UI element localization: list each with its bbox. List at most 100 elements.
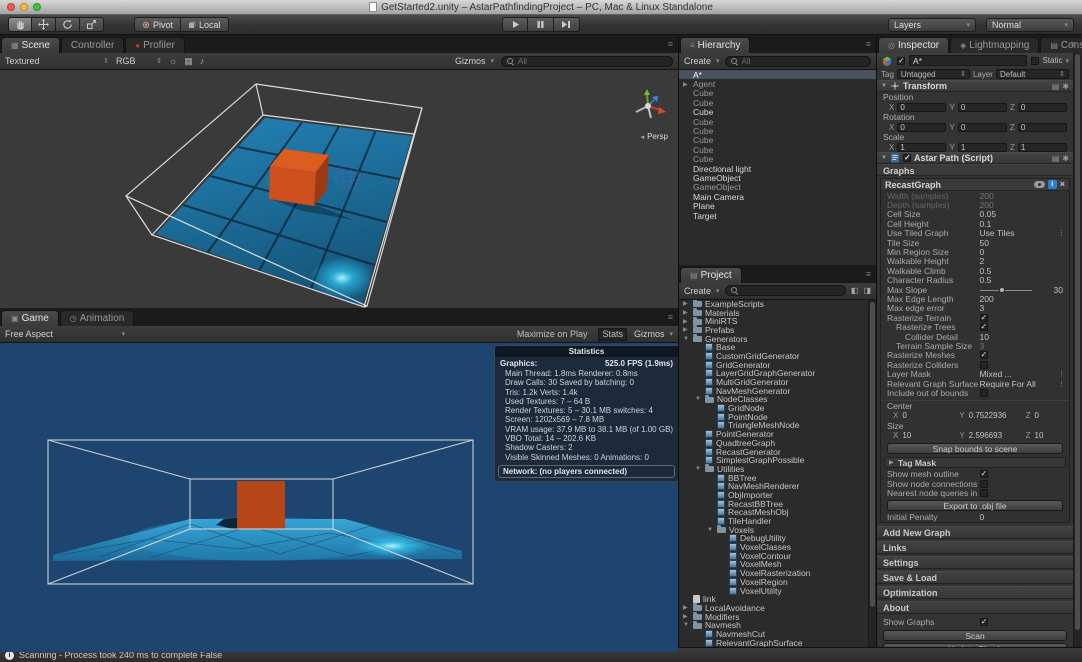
inspector-scrollbar[interactable] <box>1073 53 1081 647</box>
hierarchy-item[interactable]: Cube <box>679 155 876 164</box>
expand-arrow-icon[interactable]: ▼ <box>683 336 690 342</box>
search-by-type-icon[interactable]: ◧ <box>851 286 859 295</box>
rotate-tool-button[interactable] <box>56 17 80 32</box>
hierarchy-item[interactable]: Plane <box>679 201 876 210</box>
pane-menu-icon[interactable]: ≡ <box>866 270 871 279</box>
project-item[interactable]: NavMeshGenerator <box>679 386 876 395</box>
project-item[interactable]: CustomGridGenerator <box>679 352 876 361</box>
persp-mode-label[interactable]: ◂ Persp <box>641 132 668 141</box>
pane-menu-icon[interactable]: ≡ <box>1071 40 1076 49</box>
section-optimization[interactable]: Optimization <box>877 586 1073 599</box>
section-settings[interactable]: Settings <box>877 556 1073 569</box>
project-item[interactable]: SimplestGraphPossible <box>679 456 876 465</box>
z-value-field[interactable]: 1 <box>1018 143 1067 152</box>
field-checkbox[interactable] <box>980 389 988 397</box>
project-item[interactable]: ▼Utilities <box>679 465 876 474</box>
search-by-label-icon[interactable]: ◨ <box>863 286 871 295</box>
show-graphs-checkbox[interactable] <box>980 618 988 626</box>
pane-menu-icon[interactable]: ≡ <box>866 40 871 49</box>
tab-inspector[interactable]: ◎Inspector <box>878 37 949 53</box>
tab-game[interactable]: ▣Game <box>1 310 59 326</box>
static-checkbox[interactable] <box>1031 57 1039 65</box>
hierarchy-item[interactable]: Cube <box>679 136 876 145</box>
slider-knob[interactable] <box>999 287 1005 293</box>
channel-dropdown[interactable]: RGB ⇕ <box>116 56 162 66</box>
project-item[interactable]: GridNode <box>679 404 876 413</box>
scan-button[interactable]: Scan <box>883 630 1067 641</box>
close-window-icon[interactable] <box>7 3 15 11</box>
project-item[interactable]: ▼Navmesh <box>679 621 876 630</box>
slider-track[interactable] <box>980 290 1032 291</box>
hand-tool-button[interactable] <box>8 17 32 32</box>
aspect-dropdown[interactable]: Free Aspect ▾ <box>5 329 125 339</box>
field-checkbox[interactable] <box>980 361 988 369</box>
y-value-field[interactable]: 0 <box>958 123 1007 132</box>
gameobject-name-field[interactable]: A* <box>909 55 1027 66</box>
hierarchy-item[interactable]: A* <box>679 70 876 79</box>
gear-icon[interactable]: ✱ <box>1062 82 1069 91</box>
project-scrollbar[interactable] <box>868 300 876 648</box>
layer-dropdown[interactable]: Default ⇕ <box>996 69 1069 79</box>
section-about[interactable]: About <box>877 601 1073 614</box>
hierarchy-item[interactable]: Cube <box>679 89 876 98</box>
hierarchy-item[interactable]: GameObject <box>679 173 876 182</box>
popup-arrows-icon[interactable]: ⋮ <box>1058 370 1065 378</box>
field-value[interactable]: 3 <box>980 341 1065 351</box>
size-z-field[interactable]: Z10 <box>1026 431 1063 440</box>
section-save-load[interactable]: Save & Load <box>877 571 1073 584</box>
hierarchy-item[interactable]: Cube <box>679 108 876 117</box>
update-check-button[interactable]: Update Check <box>883 643 1067 647</box>
project-create-button[interactable]: Create ▾ <box>684 286 720 296</box>
hierarchy-item[interactable]: Main Camera <box>679 192 876 201</box>
help-book-icon[interactable]: ▤ <box>1052 154 1060 163</box>
recastgraph-header[interactable]: RecastGraph i × <box>881 179 1069 191</box>
expand-arrow-icon[interactable]: ▼ <box>695 466 702 472</box>
hierarchy-item[interactable]: Cube <box>679 117 876 126</box>
expand-arrow-icon[interactable]: ▼ <box>695 396 702 402</box>
pane-menu-icon[interactable]: ≡ <box>668 313 673 322</box>
project-search-input[interactable] <box>725 285 846 296</box>
hierarchy-item[interactable]: Cube <box>679 98 876 107</box>
z-value-field[interactable]: 0 <box>1018 123 1067 132</box>
scene-audio-toggle-icon[interactable]: ♪ <box>200 56 205 66</box>
maximize-on-play-button[interactable]: Maximize on Play <box>513 328 592 341</box>
toggle-checkbox[interactable] <box>980 480 988 488</box>
project-item[interactable]: PointGenerator <box>679 430 876 439</box>
hierarchy-item[interactable]: Cube <box>679 126 876 135</box>
scene-orientation-gizmo[interactable] <box>636 89 666 118</box>
hierarchy-item[interactable]: Cube <box>679 145 876 154</box>
project-item[interactable]: ▼NodeClasses <box>679 395 876 404</box>
expand-arrow-icon[interactable]: ▶ <box>683 604 690 611</box>
center-y-field[interactable]: Y0.7522936 <box>959 411 1021 420</box>
tab-project[interactable]: ▤Project <box>680 267 742 283</box>
field-value[interactable]: 3 <box>980 303 1065 313</box>
project-item[interactable]: RecastMeshObj <box>679 508 876 517</box>
x-value-field[interactable]: 0 <box>897 103 946 112</box>
x-value-field[interactable]: 1 <box>897 143 946 152</box>
step-button[interactable] <box>554 17 580 32</box>
tab-controller[interactable]: Controller <box>61 37 124 53</box>
section-links[interactable]: Links <box>877 541 1073 554</box>
tab-scene[interactable]: ▦Scene <box>1 37 60 53</box>
project-item[interactable]: RelevantGraphSurface <box>679 638 876 647</box>
stats-button[interactable]: Stats <box>598 328 627 341</box>
size-y-field[interactable]: Y2.596693 <box>959 431 1021 440</box>
astar-component-header[interactable]: ▼ Astar Path (Script) ▤ ✱ <box>877 152 1073 164</box>
hierarchy-item[interactable]: GameObject <box>679 183 876 192</box>
snap-bounds-button[interactable]: Snap bounds to scene <box>887 443 1063 454</box>
export-obj-button[interactable]: Export to .obj file <box>887 500 1063 511</box>
expand-arrow-icon[interactable]: ▶ <box>683 326 690 333</box>
x-value-field[interactable]: 0 <box>897 123 946 132</box>
hierarchy-search-input[interactable]: All <box>725 56 871 67</box>
scene-lighting-toggle-icon[interactable]: ☼ <box>169 56 177 66</box>
play-button[interactable] <box>502 17 528 32</box>
foldout-arrow-icon[interactable]: ▼ <box>881 155 887 161</box>
minimize-window-icon[interactable] <box>20 3 28 11</box>
scale-tool-button[interactable] <box>80 17 104 32</box>
enum-dropdown[interactable]: Require For All <box>980 379 1058 389</box>
tag-dropdown[interactable]: Untagged ⇕ <box>897 69 970 79</box>
toggle-checkbox[interactable] <box>980 489 988 497</box>
y-value-field[interactable]: 1 <box>958 143 1007 152</box>
gear-icon[interactable]: ✱ <box>1062 154 1069 163</box>
visibility-eye-icon[interactable] <box>1034 181 1045 188</box>
